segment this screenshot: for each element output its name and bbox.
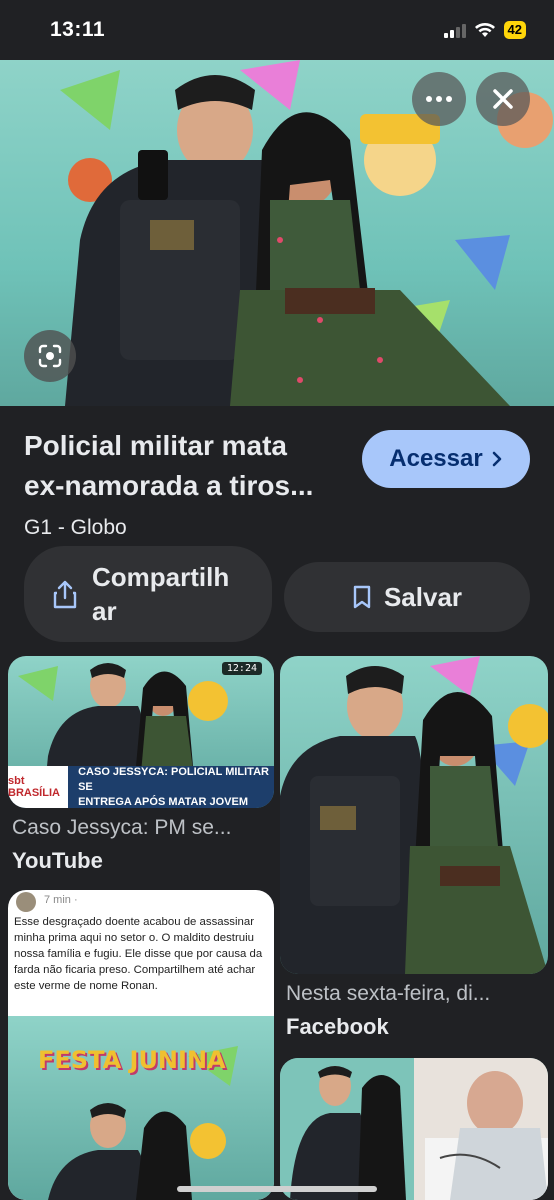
result-source: G1 - Globo [24,516,127,539]
hero-image[interactable] [0,60,554,406]
status-icons: 42 [443,21,526,39]
related-caption-youtube[interactable]: Caso Jessyca: PM se... [12,816,274,840]
channel-logo: sbt BRASÍLIA [8,766,69,808]
share-button-label: Compartilh ar [92,560,262,628]
more-horizontal-icon [426,96,452,102]
share-label-line2: ar [92,596,117,626]
share-label-line1: Compartilh [92,562,230,592]
news-banner-line2: ENTREGA APÓS MATAR JOVEM [78,795,248,808]
lens-search-button[interactable] [24,330,76,382]
related-image-post[interactable]: 7 min · Esse desgraçado doente acabou de… [8,890,274,1200]
result-title-line2: ex-namorada a tiros... [24,470,314,501]
cellular-signal-icon [443,22,466,38]
home-indicator[interactable] [177,1186,377,1192]
hero-photo [60,60,553,406]
hospital-thumbnail [280,1058,548,1200]
chevron-right-icon [492,451,502,467]
access-button-label: Acessar [389,445,483,472]
related-image-youtube[interactable]: 12:24 sbt BRASÍLIA CASO JESSYCA: POLICIA… [8,656,274,808]
wifi-icon [474,23,495,37]
related-caption-facebook[interactable]: Nesta sexta-feira, di... [286,982,548,1006]
close-icon [493,89,513,109]
post-text: Esse desgraçado doente acabou de assassi… [14,916,263,992]
festa-junina-text: FESTA JUNINA [38,1046,226,1074]
lens-icon [38,344,62,368]
save-button[interactable]: Salvar [284,562,530,632]
battery-icon: 42 [503,21,526,39]
news-banner: sbt BRASÍLIA CASO JESSYCA: POLICIAL MILI… [8,766,274,808]
post-photo: FESTA JUNINA [8,1016,274,1200]
share-icon [53,580,77,609]
save-button-label: Salvar [383,581,463,612]
news-banner-line1: CASO JESSYCA: POLICIAL MILITAR SE [78,765,269,793]
video-duration: 12:24 [221,662,262,675]
avatar [16,892,36,912]
post-photo-art [48,1046,238,1200]
related-source-facebook: Facebook [286,1014,389,1039]
share-button[interactable]: Compartilh ar [24,546,272,642]
close-button[interactable] [476,72,530,126]
bookmark-icon [353,585,371,609]
status-bar: 13:11 42 [0,0,554,60]
news-banner-text: CASO JESSYCA: POLICIAL MILITAR SE ENTREG… [68,765,274,809]
related-image-hospital[interactable] [280,1058,548,1200]
related-source-youtube: YouTube [12,848,103,873]
status-time: 13:11 [50,18,106,41]
result-title[interactable]: Policial militar mata ex-namorada a tiro… [24,426,344,506]
related-image-facebook[interactable] [280,656,548,974]
result-title-line1: Policial militar mata [24,430,287,461]
post-time: 7 min · [44,894,78,906]
more-options-button[interactable] [412,72,466,126]
facebook-thumbnail [280,656,548,974]
access-button[interactable]: Acessar [362,430,530,488]
